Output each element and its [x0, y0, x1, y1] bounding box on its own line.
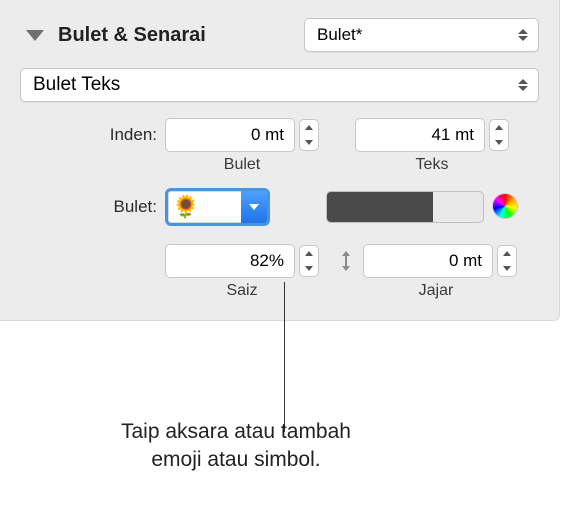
indent-bullet-group: 0 mt — [165, 118, 319, 152]
section-header: Bulet & Senarai Bulet* — [20, 18, 539, 52]
size-input[interactable]: 82% — [165, 244, 295, 278]
align-group: 0 mt — [363, 244, 517, 278]
color-wheel-icon[interactable] — [492, 193, 518, 219]
indent-bullet-stepper[interactable] — [299, 119, 319, 151]
list-style-popup[interactable]: Bulet* — [304, 18, 539, 52]
callout-text: Taip aksara atau tambah emoji atau simbo… — [76, 418, 396, 475]
indent-text-stepper[interactable] — [489, 119, 509, 151]
bullet-label: Bulet: — [20, 197, 165, 217]
size-group: 82% — [165, 244, 319, 278]
bullets-lists-panel: Bulet & Senarai Bulet* Bulet Teks Inden:… — [0, 0, 560, 321]
size-stepper[interactable] — [299, 245, 319, 277]
bullet-type-popup[interactable]: Bulet Teks — [20, 68, 539, 102]
bullet-sublabel: Bulet — [165, 156, 319, 174]
popup-arrows-icon — [514, 29, 532, 41]
section-title: Bulet & Senarai — [58, 24, 206, 47]
indent-text-group: 41 mt — [355, 118, 509, 152]
indent-row: Inden: 0 mt 41 mt — [20, 118, 539, 152]
callout-line-1: Taip aksara atau tambah — [76, 418, 396, 446]
callout-line-2: emoji atau simbol. — [76, 446, 396, 474]
indent-text-input[interactable]: 41 mt — [355, 118, 485, 152]
align-sublabel: Jajar — [359, 282, 513, 300]
bullet-row: Bulet: 🌻 — [20, 188, 539, 226]
bullet-type-value: Bulet Teks — [33, 74, 120, 96]
indent-bullet-input[interactable]: 0 mt — [165, 118, 295, 152]
disclosure-triangle-icon[interactable] — [26, 30, 44, 41]
bullet-color-well[interactable] — [326, 191, 484, 223]
callout-leader-line — [284, 282, 285, 432]
size-align-sublabels: Saiz Jajar — [20, 282, 539, 300]
indent-label: Inden: — [20, 125, 165, 145]
align-stepper[interactable] — [497, 245, 517, 277]
bullet-character-combo[interactable]: 🌻 — [165, 188, 270, 226]
size-align-row: 82% 0 mt — [20, 244, 539, 278]
bullet-emoji: 🌻 — [168, 194, 241, 220]
text-sublabel: Teks — [355, 156, 509, 174]
bullet-dropdown-arrow-icon[interactable] — [241, 191, 267, 223]
list-style-value: Bulet* — [317, 25, 362, 45]
size-sublabel: Saiz — [165, 282, 319, 300]
vertical-align-icon — [333, 248, 359, 274]
indent-sublabels: Bulet Teks — [20, 156, 539, 174]
popup-arrows-icon — [514, 79, 532, 91]
bullet-color-group — [326, 191, 484, 223]
align-input[interactable]: 0 mt — [363, 244, 493, 278]
